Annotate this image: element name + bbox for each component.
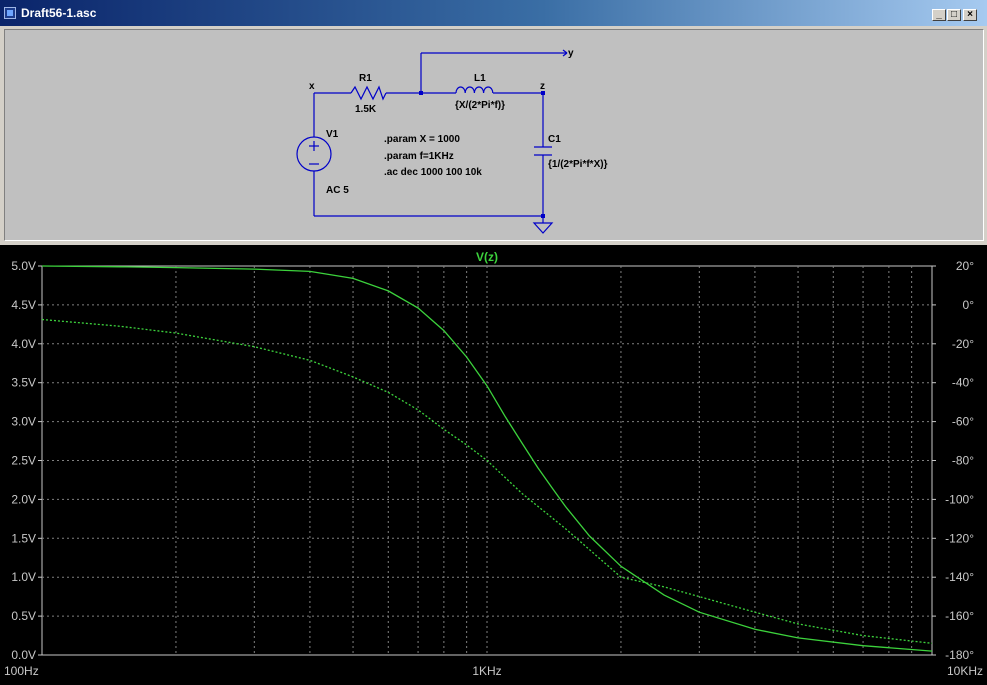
r1-value: 1.5K xyxy=(355,104,377,115)
y-left-tick-label: 3.5V xyxy=(11,376,36,390)
y-right-tick-label: -180° xyxy=(945,648,974,662)
y-left-tick-label: 5.0V xyxy=(11,259,36,273)
y-left-tick-label: 4.5V xyxy=(11,298,36,312)
left-axis[interactable]: 5.0V 4.5V 4.0V 3.5V 3.0V 2.5V 2.0V 1.5V 1.0V 0.5V… xyxy=(11,259,42,662)
y-left-tick-label: 1.5V xyxy=(11,531,36,545)
x-tick-label: 10KHz xyxy=(947,664,983,678)
junction-dot xyxy=(419,91,423,95)
y-right-tick-label: -160° xyxy=(945,609,974,623)
junction-dot xyxy=(541,214,545,218)
x-axis[interactable]: 100Hz 1KHz 10KHz xyxy=(4,664,983,678)
x-tick-label: 100Hz xyxy=(4,664,39,678)
y-right-tick-label: -80° xyxy=(952,454,974,468)
plot-canvas[interactable]: 5.0V 4.5V 4.0V 3.5V 3.0V 2.5V 2.0V 1.5V 1.0V 0.5V… xyxy=(0,245,987,685)
spice-directive[interactable]: .param f=1KHz xyxy=(384,151,454,162)
y-right-tick-label: 0° xyxy=(963,298,975,312)
l1-value: {X/(2*Pi*f)} xyxy=(455,100,505,111)
trace-label[interactable]: V(z) xyxy=(476,250,498,264)
y-right-tick-label: -40° xyxy=(952,376,974,390)
c1-value: {1/(2*Pi*f*X)} xyxy=(548,159,608,170)
y-right-tick-label: -20° xyxy=(952,337,974,351)
spice-directive[interactable]: .param X = 1000 xyxy=(384,134,460,145)
schematic-pane[interactable]: x y z R1 1.5K L1 {X/(2*Pi*f)} C1 {1/(2*P… xyxy=(4,29,984,241)
y-right-tick-label: -60° xyxy=(952,415,974,429)
y-left-tick-label: 1.0V xyxy=(11,570,36,584)
v1-name: V1 xyxy=(326,129,339,140)
net-label-z: z xyxy=(540,81,545,92)
y-right-tick-label: 20° xyxy=(956,259,974,273)
net-label-x: x xyxy=(309,81,315,92)
resistor-symbol[interactable] xyxy=(350,85,387,101)
window-title: Draft56-1.asc xyxy=(21,6,97,20)
c1-name: C1 xyxy=(548,134,561,145)
l1-name: L1 xyxy=(474,73,486,84)
x-tick-label: 1KHz xyxy=(472,664,501,678)
y-left-tick-label: 4.0V xyxy=(11,337,36,351)
y-right-tick-label: -120° xyxy=(945,531,974,545)
traces[interactable] xyxy=(41,265,933,652)
minimize-button[interactable]: _ xyxy=(932,9,946,21)
maximize-button[interactable]: □ xyxy=(947,9,961,21)
y-right-tick-label: -140° xyxy=(945,570,974,584)
app-icon xyxy=(4,7,16,19)
schematic-canvas[interactable]: x y z R1 1.5K L1 {X/(2*Pi*f)} C1 {1/(2*P… xyxy=(5,30,985,242)
right-axis[interactable]: 20° 0° -20° -40° -60° -80° -100° -120° -140° -160… xyxy=(932,259,974,662)
close-button[interactable]: × xyxy=(963,9,977,21)
ground-icon xyxy=(532,222,554,234)
magnitude-trace[interactable] xyxy=(41,265,933,652)
y-left-tick-label: 2.5V xyxy=(11,454,36,468)
y-right-tick-label: -100° xyxy=(945,492,974,506)
y-left-tick-label: 0.0V xyxy=(11,648,36,662)
y-left-tick-label: 2.0V xyxy=(11,492,36,506)
spice-directive[interactable]: .ac dec 1000 100 10k xyxy=(384,167,482,178)
inductor-symbol[interactable] xyxy=(455,86,494,94)
net-label-y: y xyxy=(568,48,574,59)
r1-name: R1 xyxy=(359,73,372,84)
y-left-tick-label: 3.0V xyxy=(11,415,36,429)
y-left-tick-label: 0.5V xyxy=(11,609,36,623)
v1-value: AC 5 xyxy=(326,185,349,196)
title-bar[interactable]: Draft56-1.asc _ □ × xyxy=(0,0,987,26)
waveform-viewer[interactable]: 5.0V 4.5V 4.0V 3.5V 3.0V 2.5V 2.0V 1.5V 1.0V 0.5V… xyxy=(0,245,987,685)
